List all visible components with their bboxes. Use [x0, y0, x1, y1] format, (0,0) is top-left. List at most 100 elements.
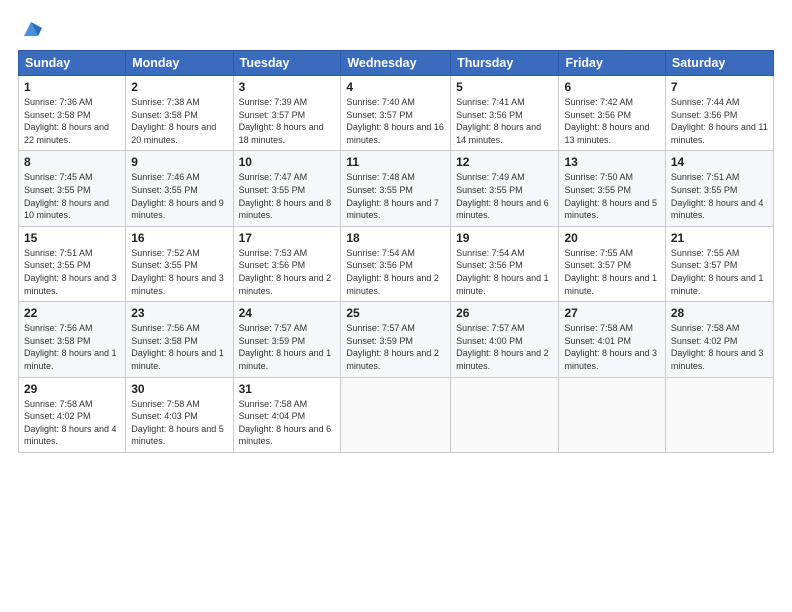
week-row-4: 22Sunrise: 7:56 AMSunset: 3:58 PMDayligh… [19, 302, 774, 377]
day-number: 3 [239, 80, 336, 94]
week-row-3: 15 Sunrise: 7:51 AMSunset: 3:55 PMDayligh… [19, 226, 774, 301]
week-row-2: 8Sunrise: 7:45 AMSunset: 3:55 PMDaylight… [19, 151, 774, 226]
day-info: Sunrise: 7:55 AMSunset: 3:57 PMDaylight:… [671, 247, 768, 297]
calendar-cell: 31Sunrise: 7:58 AMSunset: 4:04 PMDayligh… [233, 377, 341, 452]
day-info: Sunrise: 7:44 AMSunset: 3:56 PMDaylight:… [671, 96, 768, 146]
calendar-header-row: SundayMondayTuesdayWednesdayThursdayFrid… [19, 51, 774, 76]
day-info: Sunrise: 7:57 AMSunset: 3:59 PMDaylight:… [346, 322, 445, 372]
calendar-table: SundayMondayTuesdayWednesdayThursdayFrid… [18, 50, 774, 453]
calendar-cell: 8Sunrise: 7:45 AMSunset: 3:55 PMDaylight… [19, 151, 126, 226]
logo-icon [20, 18, 42, 40]
calendar-cell [451, 377, 559, 452]
calendar-cell: 16 Sunrise: 7:52 AMSunset: 3:55 PMDayligh… [126, 226, 233, 301]
header [18, 18, 774, 40]
calendar-cell [341, 377, 451, 452]
day-info: Sunrise: 7:41 AMSunset: 3:56 PMDaylight:… [456, 96, 553, 146]
calendar-cell: 15 Sunrise: 7:51 AMSunset: 3:55 PMDayligh… [19, 226, 126, 301]
day-number: 24 [239, 306, 336, 320]
day-info: Sunrise: 7:47 AMSunset: 3:55 PMDaylight:… [239, 171, 336, 221]
day-info: Sunrise: 7:39 AMSunset: 3:57 PMDaylight:… [239, 96, 336, 146]
day-number: 10 [239, 155, 336, 169]
day-info: Sunrise: 7:36 AMSunset: 3:58 PMDaylight:… [24, 96, 120, 146]
calendar-cell: 17 Sunrise: 7:53 AMSunset: 3:56 PMDayligh… [233, 226, 341, 301]
calendar-cell: 2 Sunrise: 7:38 AMSunset: 3:58 PMDaylight… [126, 76, 233, 151]
col-header-wednesday: Wednesday [341, 51, 451, 76]
page: SundayMondayTuesdayWednesdayThursdayFrid… [0, 0, 792, 612]
day-number: 26 [456, 306, 553, 320]
calendar-cell [665, 377, 773, 452]
calendar-cell: 18 Sunrise: 7:54 AMSunset: 3:56 PMDayligh… [341, 226, 451, 301]
calendar-cell: 25 Sunrise: 7:57 AMSunset: 3:59 PMDayligh… [341, 302, 451, 377]
day-number: 1 [24, 80, 120, 94]
day-info: Sunrise: 7:56 AMSunset: 3:58 PMDaylight:… [131, 322, 227, 372]
day-info: Sunrise: 7:54 AMSunset: 3:56 PMDaylight:… [456, 247, 553, 297]
day-number: 5 [456, 80, 553, 94]
week-row-1: 1 Sunrise: 7:36 AMSunset: 3:58 PMDaylight… [19, 76, 774, 151]
day-info: Sunrise: 7:46 AMSunset: 3:55 PMDaylight:… [131, 171, 227, 221]
day-info: Sunrise: 7:50 AMSunset: 3:55 PMDaylight:… [564, 171, 659, 221]
day-number: 19 [456, 231, 553, 245]
calendar-cell: 19 Sunrise: 7:54 AMSunset: 3:56 PMDayligh… [451, 226, 559, 301]
calendar-cell: 24 Sunrise: 7:57 AMSunset: 3:59 PMDayligh… [233, 302, 341, 377]
calendar-cell: 23 Sunrise: 7:56 AMSunset: 3:58 PMDayligh… [126, 302, 233, 377]
calendar-cell: 3 Sunrise: 7:39 AMSunset: 3:57 PMDaylight… [233, 76, 341, 151]
day-info: Sunrise: 7:56 AMSunset: 3:58 PMDaylight:… [24, 322, 120, 372]
calendar-cell: 12Sunrise: 7:49 AMSunset: 3:55 PMDayligh… [451, 151, 559, 226]
calendar-cell: 5 Sunrise: 7:41 AMSunset: 3:56 PMDaylight… [451, 76, 559, 151]
day-info: Sunrise: 7:40 AMSunset: 3:57 PMDaylight:… [346, 96, 445, 146]
day-number: 8 [24, 155, 120, 169]
day-info: Sunrise: 7:51 AMSunset: 3:55 PMDaylight:… [671, 171, 768, 221]
day-info: Sunrise: 7:52 AMSunset: 3:55 PMDaylight:… [131, 247, 227, 297]
calendar-cell: 20 Sunrise: 7:55 AMSunset: 3:57 PMDayligh… [559, 226, 665, 301]
col-header-tuesday: Tuesday [233, 51, 341, 76]
day-number: 27 [564, 306, 659, 320]
day-info: Sunrise: 7:42 AMSunset: 3:56 PMDaylight:… [564, 96, 659, 146]
calendar-cell: 7 Sunrise: 7:44 AMSunset: 3:56 PMDaylight… [665, 76, 773, 151]
col-header-thursday: Thursday [451, 51, 559, 76]
day-number: 25 [346, 306, 445, 320]
day-info: Sunrise: 7:58 AMSunset: 4:02 PMDaylight:… [24, 398, 120, 448]
calendar-cell: 30Sunrise: 7:58 AMSunset: 4:03 PMDayligh… [126, 377, 233, 452]
calendar-cell: 13 Sunrise: 7:50 AMSunset: 3:55 PMDayligh… [559, 151, 665, 226]
calendar-cell: 9 Sunrise: 7:46 AMSunset: 3:55 PMDaylight… [126, 151, 233, 226]
day-number: 28 [671, 306, 768, 320]
day-info: Sunrise: 7:54 AMSunset: 3:56 PMDaylight:… [346, 247, 445, 297]
calendar-cell: 6 Sunrise: 7:42 AMSunset: 3:56 PMDaylight… [559, 76, 665, 151]
day-number: 6 [564, 80, 659, 94]
day-number: 13 [564, 155, 659, 169]
day-number: 9 [131, 155, 227, 169]
calendar-cell: 4Sunrise: 7:40 AMSunset: 3:57 PMDaylight… [341, 76, 451, 151]
day-number: 12 [456, 155, 553, 169]
logo [18, 18, 42, 40]
day-info: Sunrise: 7:55 AMSunset: 3:57 PMDaylight:… [564, 247, 659, 297]
day-number: 20 [564, 231, 659, 245]
day-number: 7 [671, 80, 768, 94]
day-number: 15 [24, 231, 120, 245]
calendar-cell: 27 Sunrise: 7:58 AMSunset: 4:01 PMDayligh… [559, 302, 665, 377]
day-number: 11 [346, 155, 445, 169]
day-info: Sunrise: 7:57 AMSunset: 4:00 PMDaylight:… [456, 322, 553, 372]
day-info: Sunrise: 7:53 AMSunset: 3:56 PMDaylight:… [239, 247, 336, 297]
day-info: Sunrise: 7:58 AMSunset: 4:03 PMDaylight:… [131, 398, 227, 448]
col-header-saturday: Saturday [665, 51, 773, 76]
calendar-cell: 29 Sunrise: 7:58 AMSunset: 4:02 PMDayligh… [19, 377, 126, 452]
day-number: 18 [346, 231, 445, 245]
col-header-friday: Friday [559, 51, 665, 76]
day-info: Sunrise: 7:38 AMSunset: 3:58 PMDaylight:… [131, 96, 227, 146]
day-number: 2 [131, 80, 227, 94]
day-number: 31 [239, 382, 336, 396]
calendar-cell: 11Sunrise: 7:48 AMSunset: 3:55 PMDayligh… [341, 151, 451, 226]
day-info: Sunrise: 7:58 AMSunset: 4:01 PMDaylight:… [564, 322, 659, 372]
day-number: 16 [131, 231, 227, 245]
day-number: 23 [131, 306, 227, 320]
day-number: 17 [239, 231, 336, 245]
day-info: Sunrise: 7:58 AMSunset: 4:02 PMDaylight:… [671, 322, 768, 372]
col-header-sunday: Sunday [19, 51, 126, 76]
calendar-cell: 21Sunrise: 7:55 AMSunset: 3:57 PMDayligh… [665, 226, 773, 301]
day-info: Sunrise: 7:57 AMSunset: 3:59 PMDaylight:… [239, 322, 336, 372]
calendar-cell: 1 Sunrise: 7:36 AMSunset: 3:58 PMDaylight… [19, 76, 126, 151]
day-number: 29 [24, 382, 120, 396]
calendar-cell: 22Sunrise: 7:56 AMSunset: 3:58 PMDayligh… [19, 302, 126, 377]
day-info: Sunrise: 7:51 AMSunset: 3:55 PMDaylight:… [24, 247, 120, 297]
calendar-cell: 14Sunrise: 7:51 AMSunset: 3:55 PMDayligh… [665, 151, 773, 226]
